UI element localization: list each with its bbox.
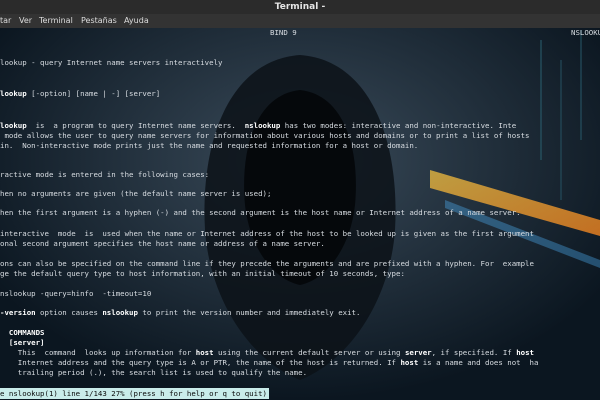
man-text: option causes bbox=[35, 308, 103, 317]
man-text: has two modes: interactive and non-inter… bbox=[280, 121, 517, 130]
man-line: trailing period (.), the search list is … bbox=[0, 368, 307, 378]
man-line: in. Non-interactive mode prints just the… bbox=[0, 141, 418, 151]
man-line: lookup [-option] [name | -] [server] bbox=[0, 89, 160, 99]
man-line: hen the first argument is a hyphen (-) a… bbox=[0, 208, 521, 218]
man-text: interactive mode is used when the name o… bbox=[0, 229, 534, 238]
man-line: ractive mode is entered in the following… bbox=[0, 170, 209, 180]
man-text: mode allows the user to query name serve… bbox=[0, 131, 530, 140]
window-title-bar[interactable]: Terminal - bbox=[0, 0, 600, 14]
menu-item-ayuda[interactable]: Ayuda bbox=[124, 14, 149, 28]
man-text: , if specified. If bbox=[431, 348, 517, 357]
man-text: hen the first argument is a hyphen (-) a… bbox=[0, 208, 521, 217]
man-bold-text: host bbox=[400, 358, 419, 367]
man-text: hen no arguments are given (the default … bbox=[0, 189, 272, 198]
man-text: Internet address and the query type is A… bbox=[0, 358, 401, 367]
man-bold-text: host bbox=[195, 348, 214, 357]
pager-status-bar: e nslookup(1) line 1/143 27% (press h fo… bbox=[0, 388, 269, 399]
man-text: to print the version number and immediat… bbox=[137, 308, 361, 317]
menu-item-editar[interactable]: tar bbox=[0, 14, 11, 28]
man-line: mode allows the user to query name serve… bbox=[0, 131, 530, 141]
window-title: Terminal - bbox=[274, 2, 326, 12]
man-text: ons can also be specified on the command… bbox=[0, 259, 534, 268]
man-line: This command looks up information for ho… bbox=[0, 348, 534, 358]
man-text: ractive mode is entered in the following… bbox=[0, 170, 210, 179]
man-bold-text: -version bbox=[0, 308, 36, 317]
man-text: lookup - query Internet name servers int… bbox=[0, 58, 223, 67]
man-text: [-option] [name | -] [server] bbox=[26, 89, 161, 98]
man-text: is a name and does not ha bbox=[418, 358, 539, 367]
man-line: Internet address and the query type is A… bbox=[0, 358, 539, 368]
man-line: onal second argument specifies the host … bbox=[0, 239, 325, 249]
man-header-center: BIND 9 bbox=[270, 28, 297, 37]
man-text: onal second argument specifies the host … bbox=[0, 239, 325, 248]
man-bold-text: lookup bbox=[0, 121, 27, 130]
menu-item-ver[interactable]: Ver bbox=[19, 14, 32, 28]
man-line: lookup - query Internet name servers int… bbox=[0, 58, 222, 68]
man-bold-text: nslookup bbox=[244, 121, 281, 130]
man-bold-text: COMMANDS bbox=[0, 328, 45, 337]
man-text: is a program to query Internet name serv… bbox=[26, 121, 245, 130]
terminal-output[interactable]: BIND 9 NSLOOKU lookup - query Internet n… bbox=[0, 28, 600, 400]
man-line: COMMANDS bbox=[0, 328, 45, 338]
man-bold-text: server bbox=[404, 348, 432, 357]
menu-bar: tar Ver Terminal Pestañas Ayuda bbox=[0, 14, 600, 28]
menu-item-pestanas[interactable]: Pestañas bbox=[81, 14, 117, 28]
man-bold-text: host bbox=[516, 348, 534, 357]
man-text: ge the default query type to host inform… bbox=[0, 269, 405, 278]
man-bold-text: nslookup bbox=[102, 308, 138, 317]
man-text: trailing period (.), the search list is … bbox=[0, 368, 308, 377]
man-header-right: NSLOOKU bbox=[571, 28, 600, 37]
man-line: hen no arguments are given (the default … bbox=[0, 189, 271, 199]
man-line: [server] bbox=[0, 338, 45, 348]
man-line: nslookup -query=hinfo -timeout=10 bbox=[0, 289, 151, 299]
man-line: ons can also be specified on the command… bbox=[0, 259, 534, 269]
man-bold-text: lookup bbox=[0, 89, 27, 98]
man-text: in. Non-interactive mode prints just the… bbox=[0, 141, 419, 150]
man-bold-text: [server] bbox=[0, 338, 45, 347]
man-line: lookup is a program to query Internet na… bbox=[0, 121, 516, 131]
man-line: ge the default query type to host inform… bbox=[0, 269, 405, 279]
man-line: interactive mode is used when the name o… bbox=[0, 229, 534, 239]
man-line: -version option causes nslookup to print… bbox=[0, 308, 360, 318]
menu-item-terminal[interactable]: Terminal bbox=[39, 14, 73, 28]
man-text: This command looks up information for bbox=[0, 348, 196, 357]
man-text: nslookup -query=hinfo -timeout=10 bbox=[0, 289, 152, 298]
man-text: using the current default server or usin… bbox=[213, 348, 405, 357]
